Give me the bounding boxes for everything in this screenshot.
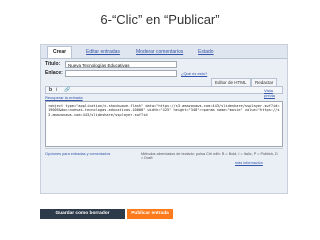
entry-options-link[interactable]: Opciones para entradas y comentarios [45, 152, 110, 156]
link-input[interactable] [65, 70, 177, 77]
options-bar: Opciones para entradas y comentarios Mét… [45, 148, 283, 167]
recover-link[interactable]: Recuperar la entrada [45, 95, 83, 100]
title-label: Título: [45, 61, 61, 67]
italic-button[interactable]: i [56, 87, 57, 94]
tab-estado[interactable]: Estado [193, 47, 219, 58]
preview-link[interactable]: Vista previa [264, 88, 282, 98]
blogger-editor-screenshot: Crear Editar entradas Moderar comentario… [40, 44, 288, 194]
tab-crear[interactable]: Crear [47, 46, 73, 58]
slide-title: 6-“Clic” en “Publicar” [100, 12, 220, 27]
more-info-link[interactable]: más información [235, 161, 263, 165]
title-input[interactable]: Nueva Tecnologías Educativas [65, 61, 177, 68]
keyboard-shortcuts-text: Métodos abreviados de teclado: pulsa Ctr… [141, 152, 278, 160]
help-link[interactable]: ¿Qué es esto? [181, 71, 207, 76]
tab-editar-entradas[interactable]: Editar entradas [81, 47, 125, 58]
tab-bar: Crear Editar entradas Moderar comentario… [41, 45, 287, 59]
link-label: Enlace: [45, 70, 63, 76]
save-draft-button[interactable]: Guardar como borrador [40, 209, 125, 219]
bold-button[interactable]: b [49, 87, 52, 94]
link-icon[interactable]: 🔗 [64, 87, 70, 94]
html-editor-textarea[interactable]: <object type="application/x-shockwave-fl… [45, 101, 283, 147]
publish-button[interactable]: Publicar entrada [127, 209, 173, 219]
editor-toolbar: b i 🔗 Vista previa [45, 86, 283, 98]
tab-moderar-comentarios[interactable]: Moderar comentarios [131, 47, 188, 58]
